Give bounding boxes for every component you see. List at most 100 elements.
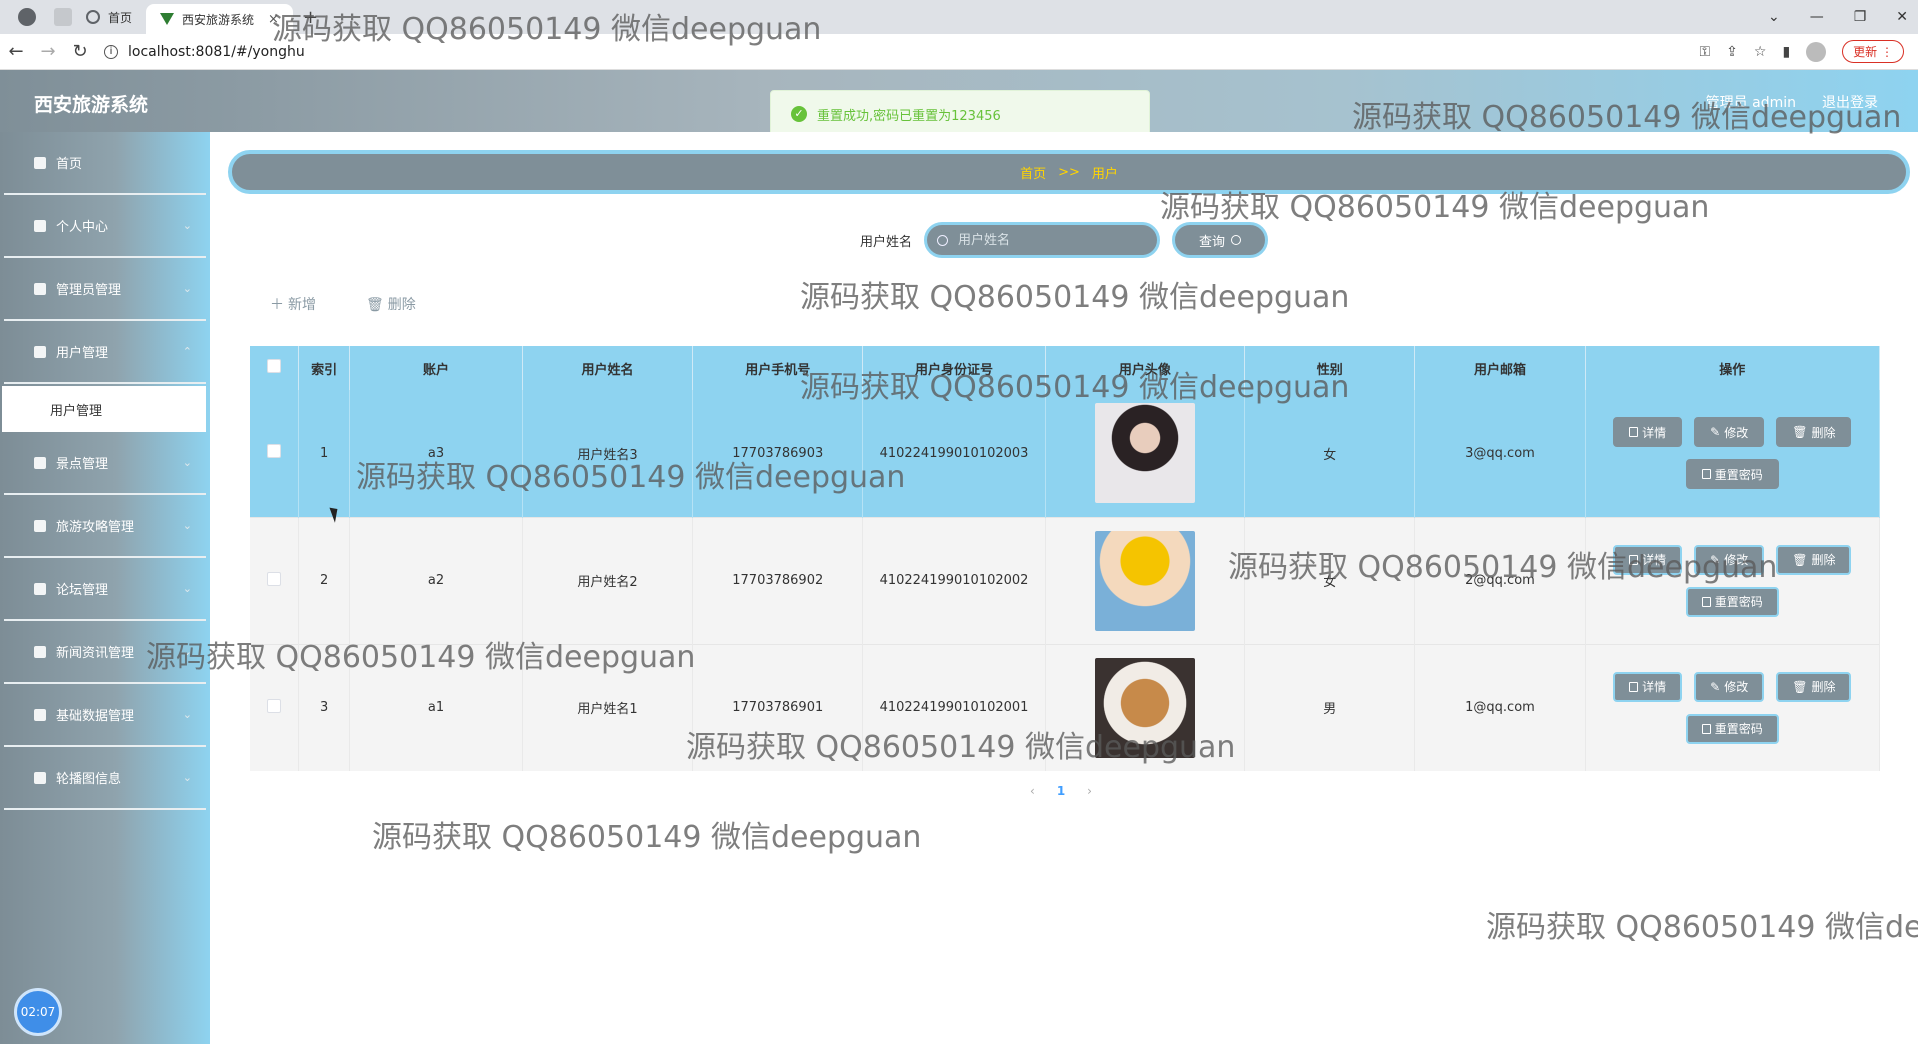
- breadcrumb: 首页 >> 用户: [228, 150, 1910, 194]
- sidepanel-icon[interactable]: ▮: [1782, 44, 1790, 60]
- tab-search-icon[interactable]: [54, 8, 72, 26]
- sidebar-item-home[interactable]: 首页: [4, 132, 206, 195]
- back-icon[interactable]: ←: [0, 41, 32, 62]
- prev-page-icon[interactable]: ‹: [1030, 784, 1035, 798]
- success-toast: ✓ 重置成功,密码已重置为123456: [770, 90, 1150, 138]
- cell-index: 2: [298, 516, 351, 644]
- cell-email: 3@qq.com: [1414, 390, 1586, 517]
- sidebar-item-guides[interactable]: 旅游攻略管理 ⌄: [4, 495, 206, 558]
- add-button[interactable]: ＋新增: [270, 294, 316, 314]
- column-header: 操作: [1585, 346, 1881, 390]
- cell-id-card: 410224199010102002: [862, 516, 1046, 644]
- cell-gender: 女: [1244, 516, 1416, 644]
- share-icon[interactable]: ⇪: [1726, 44, 1738, 60]
- sidebar-item-admins[interactable]: 管理员管理 ⌄: [4, 258, 206, 321]
- row-checkbox[interactable]: [267, 698, 282, 713]
- row-checkbox[interactable]: [267, 571, 282, 586]
- avatar-image[interactable]: [1094, 403, 1195, 504]
- sidebar-item-carousel[interactable]: 轮播图信息 ⌄: [4, 747, 206, 810]
- tab-label: 首页: [108, 10, 133, 25]
- reset-password-button[interactable]: 重置密码: [1685, 586, 1779, 617]
- sidebar-item-label: 个人中心: [56, 220, 109, 235]
- tab-active[interactable]: 西安旅游系统 ×: [146, 4, 293, 34]
- reload-icon[interactable]: ↻: [64, 41, 96, 62]
- sidebar-item-news[interactable]: 新闻资讯管理 ⌄: [4, 621, 206, 684]
- row-checkbox[interactable]: [267, 444, 282, 459]
- select-all-checkbox[interactable]: [267, 359, 282, 373]
- minimize-icon[interactable]: —: [1810, 9, 1824, 25]
- trash-icon: 🗑: [1792, 552, 1808, 567]
- profile-icon[interactable]: [1806, 41, 1827, 62]
- sidebar-item-forum[interactable]: 论坛管理 ⌄: [4, 558, 206, 621]
- query-button[interactable]: 查询: [1172, 222, 1268, 258]
- reset-password-button[interactable]: 重置密码: [1685, 713, 1779, 744]
- delete-button[interactable]: 🗑 删除: [1776, 544, 1852, 575]
- chevron-down-icon: ⌄: [182, 771, 192, 784]
- key-icon[interactable]: ⚿: [1699, 44, 1710, 60]
- edit-button[interactable]: ✎ 修改: [1694, 671, 1765, 702]
- chevron-down-icon: ⌄: [182, 582, 192, 595]
- forward-icon[interactable]: →: [32, 41, 64, 62]
- detail-button[interactable]: 详情: [1613, 671, 1683, 702]
- reset-password-button[interactable]: 重置密码: [1685, 459, 1779, 490]
- chevron-down-icon[interactable]: ⌄: [1768, 9, 1780, 25]
- column-header: 用户手机号: [692, 346, 864, 390]
- tab-label: 西安旅游系统: [182, 12, 255, 27]
- avatar-image[interactable]: [1094, 657, 1195, 758]
- row-actions: 详情 ✎ 修改 🗑 删除 重置密码: [1586, 544, 1879, 617]
- cell-gender: 男: [1244, 643, 1416, 771]
- detail-button[interactable]: 详情: [1613, 544, 1683, 575]
- delete-button[interactable]: 🗑 删除: [1776, 417, 1852, 448]
- sidebar-item-users[interactable]: 用户管理 ⌃: [4, 321, 206, 384]
- column-header: 性别: [1244, 346, 1416, 390]
- edit-button[interactable]: ✎ 修改: [1694, 544, 1765, 575]
- doc-icon: [1701, 723, 1711, 734]
- sidebar-item-profile[interactable]: 个人中心 ⌄: [4, 195, 206, 258]
- close-window-icon[interactable]: ✕: [1896, 9, 1908, 25]
- table-row[interactable]: 3 a1 用户姓名1 17703786901 41022419901010200…: [250, 643, 1881, 771]
- select-all-cell: [250, 346, 300, 390]
- search-input[interactable]: [958, 232, 1128, 248]
- search-box: [924, 222, 1160, 258]
- doc-icon: [1629, 554, 1639, 565]
- edit-button[interactable]: ✎ 修改: [1694, 417, 1765, 448]
- chevron-down-icon: ⌄: [182, 645, 192, 658]
- menu-icon: [34, 771, 46, 784]
- sidebar-item-basedata[interactable]: 基础数据管理 ⌄: [4, 684, 206, 747]
- star-icon[interactable]: ☆: [1754, 44, 1767, 60]
- new-tab-icon[interactable]: +: [303, 7, 318, 28]
- chevron-up-icon: ⌃: [182, 345, 192, 358]
- update-button[interactable]: 更新 ⋮: [1842, 40, 1904, 63]
- admin-label: 管理员 admin: [1705, 95, 1796, 111]
- app-title: 西安旅游系统: [34, 94, 149, 116]
- sidebar-item-label: 基础数据管理: [56, 709, 135, 724]
- url-field[interactable]: i localhost:8081/#/yonghu: [104, 44, 305, 60]
- next-page-icon[interactable]: ›: [1087, 784, 1092, 798]
- logout-link[interactable]: 退出登录: [1822, 92, 1878, 112]
- column-header: 索引: [298, 346, 351, 390]
- printer-icon: [34, 708, 46, 721]
- info-icon[interactable]: i: [104, 44, 118, 59]
- avatar-image[interactable]: [1094, 530, 1195, 631]
- table-row[interactable]: 1 a3 用户姓名3 17703786903 41022419901010200…: [250, 390, 1881, 517]
- chevron-down-icon: ⌄: [182, 708, 192, 721]
- doc-icon: [34, 519, 46, 532]
- restore-icon[interactable]: ❐: [1854, 9, 1867, 25]
- browser-menu-icon[interactable]: [18, 8, 36, 26]
- chevron-down-icon: ⌄: [182, 282, 192, 295]
- submenu-item-users[interactable]: 用户管理: [2, 386, 206, 432]
- detail-button[interactable]: 详情: [1613, 417, 1683, 448]
- close-tab-icon[interactable]: ×: [268, 12, 279, 27]
- table-row[interactable]: 2 a2 用户姓名2 17703786902 41022419901010200…: [250, 516, 1881, 644]
- bulk-delete-button[interactable]: 🗑 删除: [366, 294, 416, 314]
- home-icon: [34, 156, 46, 169]
- cell-index: 3: [298, 643, 351, 771]
- breadcrumb-home[interactable]: 首页: [1020, 163, 1046, 182]
- trash-icon: 🗑: [366, 297, 384, 313]
- sidebar-item-spots[interactable]: 景点管理 ⌄: [4, 432, 206, 495]
- delete-button[interactable]: 🗑 删除: [1776, 671, 1852, 702]
- tab-home[interactable]: 首页: [72, 0, 146, 34]
- page-number[interactable]: 1: [1057, 784, 1065, 798]
- row-actions: 详情 ✎ 修改 🗑 删除 重置密码: [1586, 417, 1879, 490]
- cell-account: a3: [349, 390, 523, 517]
